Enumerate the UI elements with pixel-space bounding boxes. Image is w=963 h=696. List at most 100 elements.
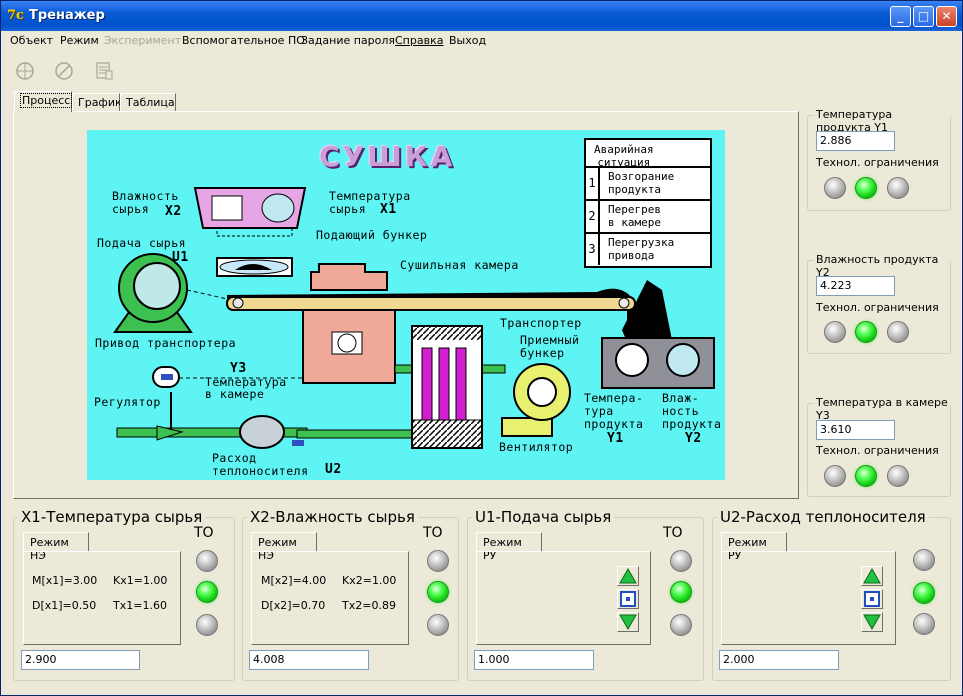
x1-value[interactable]: 2.900 [21, 650, 140, 670]
increase-button[interactable] [617, 566, 639, 586]
label-transporter: Транспортер [500, 316, 582, 330]
arrow-up-icon [863, 567, 881, 584]
to-led-normal [913, 582, 935, 604]
limit-led-high [887, 177, 909, 199]
label-transport-drive: Привод транспортера [95, 336, 237, 350]
panel-x1-raw-temp: X1-Температура сырья ТО Режим НЭ M[x1]=3… [13, 508, 235, 681]
menu-exit[interactable]: Выход [449, 34, 486, 47]
label-x2: X2 [165, 204, 182, 219]
param-variance: D[x1]=0.50 [32, 599, 97, 612]
control-panel [721, 551, 896, 645]
label-coolant-flow: Расход теплоносителя [212, 451, 309, 478]
panel-title: X2-Влажность сырья [247, 508, 418, 526]
x2-value[interactable]: 4.008 [249, 650, 369, 670]
limit-led-high [887, 321, 909, 343]
panel-title: U2-Расход теплоносителя [717, 508, 929, 526]
label-y3: Y3 [230, 361, 247, 376]
params-panel: M[x2]=4.00 Kx2=1.00 D[x2]=0.70 Tx2=0.89 [251, 551, 409, 645]
to-led-low [196, 614, 218, 636]
tab-chart[interactable]: График [72, 93, 122, 111]
tab-mode-ru[interactable]: Режим РУ [476, 532, 542, 562]
decrease-button[interactable] [861, 612, 883, 632]
maximize-button[interactable]: □ [913, 6, 934, 27]
to-led-high [196, 550, 218, 572]
product-moisture-value[interactable]: 4.223 [816, 276, 895, 296]
menu-bar: Объект Режим Эксперимент Вспомогательное… [1, 31, 962, 51]
label-chamber-temp: Температура в камере [205, 375, 287, 401]
tab-mode-ru[interactable]: Режим РУ [721, 532, 787, 562]
label-feed-bunker: Подающий бункер [316, 228, 428, 242]
label-fan: Вентилятор [499, 440, 574, 454]
alarm-text: Перегрузка привода [608, 236, 675, 262]
limit-led-normal [855, 465, 877, 487]
increase-button[interactable] [861, 566, 883, 586]
to-led-low [427, 614, 449, 636]
start-icon[interactable] [14, 60, 36, 82]
to-led-normal [196, 581, 218, 603]
panel-product-moisture: Влажность продукта Y2 4.223 Технол. огра… [807, 253, 951, 354]
panel-product-temp: Температура продукта Y1 2.886 Технол. ог… [807, 108, 951, 211]
limit-led-normal [855, 321, 877, 343]
title-bar[interactable]: 7ⅽ Тренажер _ □ ✕ [1, 1, 962, 31]
chamber-temp-value[interactable]: 3.610 [816, 420, 895, 440]
label-product-moisture: Влаж- ность продукта [662, 391, 722, 431]
alarm-text: Возгорание продукта [608, 170, 675, 196]
window-title: Тренажер [29, 8, 105, 23]
to-led-normal [670, 581, 692, 603]
to-led-low [670, 614, 692, 636]
toolbar [1, 53, 962, 89]
app-icon: 7ⅽ [7, 8, 24, 23]
menu-help[interactable]: Справка [395, 34, 443, 47]
panel-u1-raw-feed: U1-Подача сырья ТО Режим РУ 1.000 [467, 508, 704, 681]
to-label: ТО [194, 525, 214, 541]
u2-value[interactable]: 2.000 [719, 650, 839, 670]
to-led-normal [427, 581, 449, 603]
to-led-high [913, 549, 935, 571]
menu-experiment[interactable]: Эксперимент [104, 34, 181, 47]
tab-table[interactable]: Таблица [120, 93, 176, 111]
tab-mode-ne[interactable]: Режим НЭ [251, 532, 317, 562]
limits-label: Технол. ограничения [816, 301, 939, 314]
limits-label: Технол. ограничения [816, 156, 939, 169]
to-led-low [913, 613, 935, 635]
decrease-button[interactable] [617, 612, 639, 632]
to-led-high [427, 550, 449, 572]
limit-led-high [887, 465, 909, 487]
menu-object[interactable]: Объект [10, 34, 53, 47]
control-panel [476, 551, 651, 645]
close-button[interactable]: ✕ [936, 6, 957, 27]
stop-icon[interactable] [53, 60, 75, 82]
label-temp-raw: Температура сырья [329, 189, 411, 216]
param-time-const: Tx1=1.60 [113, 599, 167, 612]
alarm-table: Аварийная ситуация 1 Возгорание продукта… [584, 138, 712, 268]
hold-button[interactable] [617, 589, 639, 609]
panel-title: Температура в камере Y3 [814, 396, 950, 422]
export-icon[interactable] [93, 60, 115, 82]
param-mean: M[x2]=4.00 [261, 574, 327, 587]
panel-title: U1-Подача сырья [472, 508, 615, 526]
param-gain: Kx1=1.00 [113, 574, 168, 587]
to-label: ТО [663, 525, 683, 541]
tab-mode-ne[interactable]: Режим НЭ [23, 532, 89, 562]
menu-mode[interactable]: Режим [60, 34, 99, 47]
label-u1: U1 [172, 250, 189, 265]
panel-u2-coolant-flow: U2-Расход теплоносителя Режим РУ 2.000 [712, 508, 951, 681]
arrow-up-icon [619, 567, 637, 584]
alarm-row: 3 Перегрузка привода [586, 232, 710, 265]
label-feed-raw: Подача сырья [97, 236, 187, 250]
param-mean: M[x1]=3.00 [32, 574, 98, 587]
tab-process[interactable]: Процесс [14, 91, 73, 112]
limit-led-low [824, 321, 846, 343]
menu-aux-software[interactable]: Вспомогательное ПО [182, 34, 305, 47]
minimize-button[interactable]: _ [890, 6, 911, 27]
panel-title: X1-Температура сырья [18, 508, 206, 526]
to-label: ТО [423, 525, 443, 541]
u1-value[interactable]: 1.000 [474, 650, 594, 670]
panel-chamber-temp: Температура в камере Y3 3.610 Технол. ог… [807, 396, 951, 497]
hold-button[interactable] [861, 589, 883, 609]
menu-set-password[interactable]: Задание пароля [301, 34, 395, 47]
label-regulator: Регулятор [94, 395, 161, 409]
to-led-high [670, 550, 692, 572]
label-y1: Y1 [607, 431, 624, 446]
product-temp-value[interactable]: 2.886 [816, 131, 895, 151]
